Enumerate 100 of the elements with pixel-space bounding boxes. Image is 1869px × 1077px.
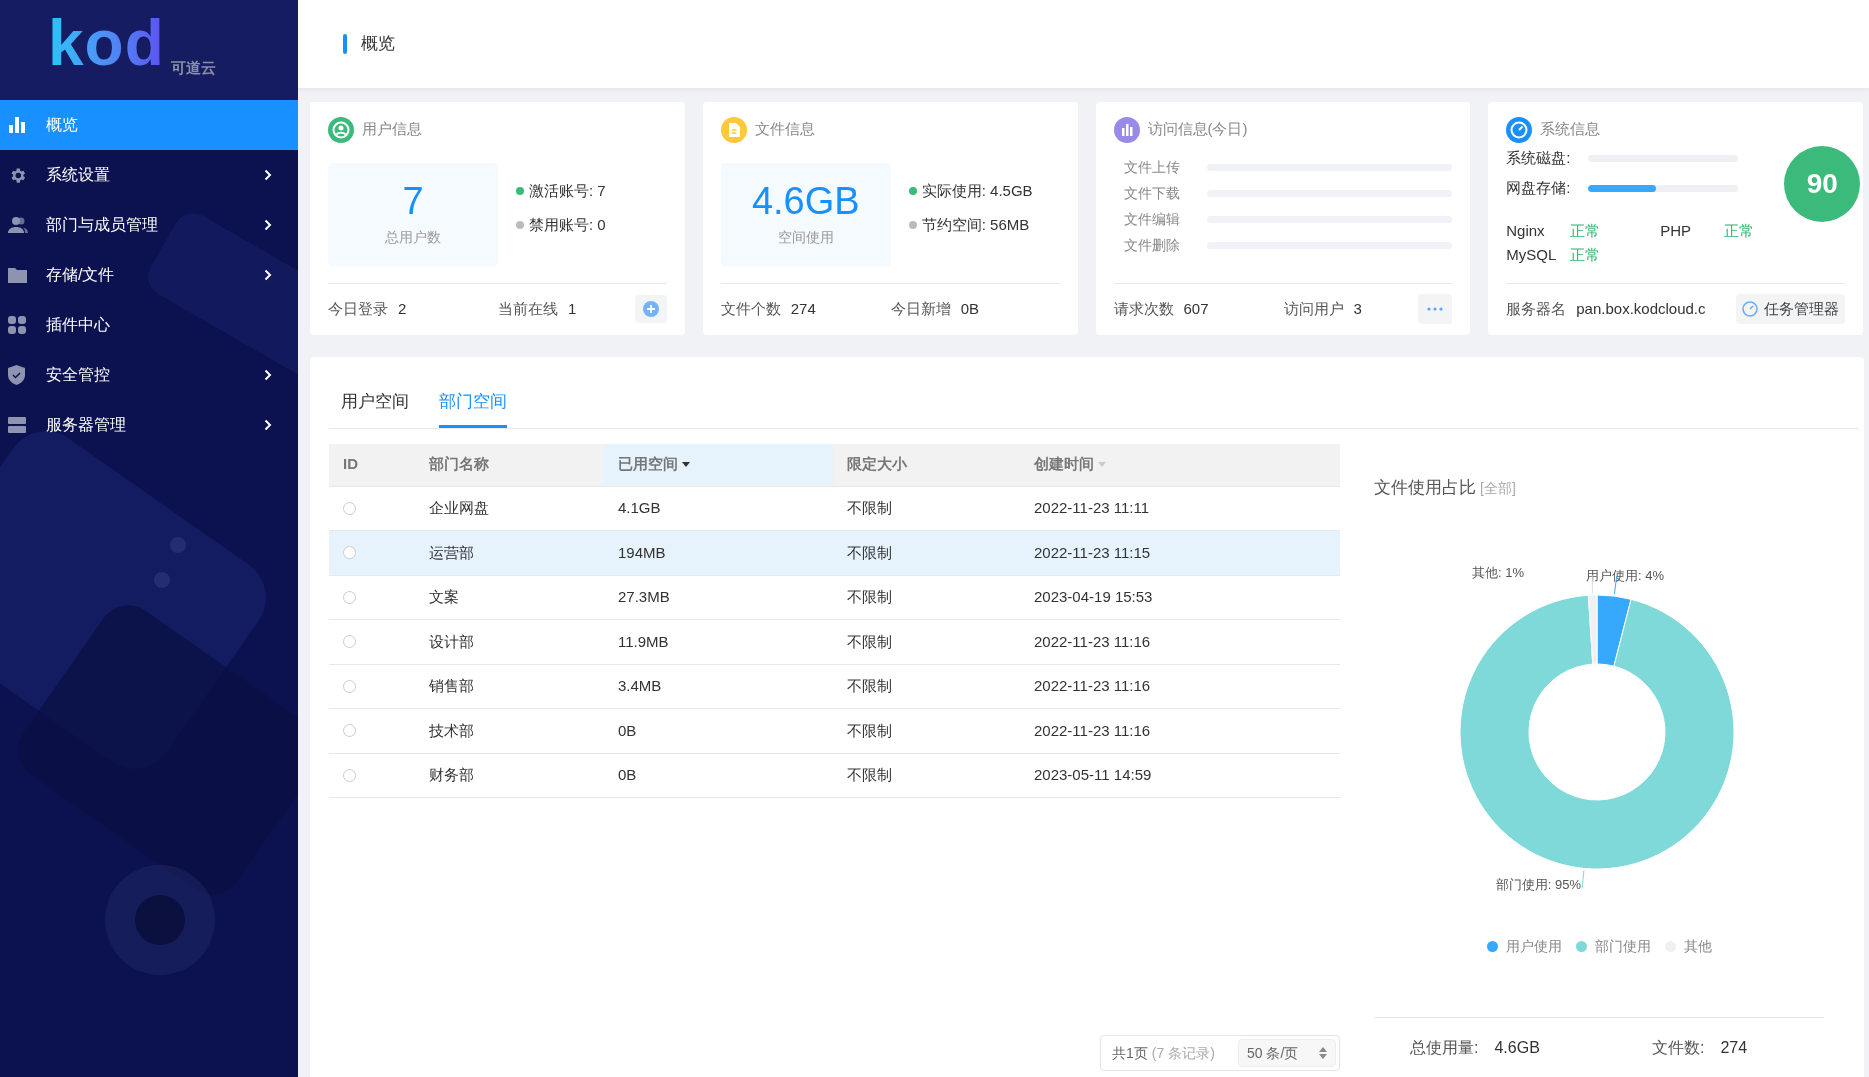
footer-label: 当前在线 <box>498 298 558 319</box>
service-status: 正常 <box>1724 220 1756 241</box>
table-cell-text: 11.9MB <box>617 631 670 652</box>
row-radio[interactable] <box>343 724 356 738</box>
footer-label: 今日登录 <box>328 298 388 319</box>
up-down-icon <box>1319 1047 1327 1059</box>
table-cell-text: 不限制 <box>846 542 893 563</box>
server-icon <box>8 417 26 433</box>
sidebar-item[interactable]: 系统设置 <box>0 150 298 200</box>
footer-value: 0B <box>960 298 980 319</box>
column-header: 部门名称 <box>428 454 490 475</box>
bar-label: 文件下载 <box>1123 184 1181 204</box>
table-cell-text: 27.3MB <box>617 587 671 607</box>
service-name: Nginx <box>1506 220 1546 241</box>
stat-text: 禁用账号: 0 <box>529 215 606 236</box>
footer-value: 274 <box>790 298 816 319</box>
service-status: 正常 <box>1570 220 1602 241</box>
record-count: (7 条记录) <box>1151 1043 1215 1063</box>
bar-chart-icon <box>8 116 26 134</box>
table-cell-text: 2022-11-23 11:11 <box>1033 498 1151 518</box>
service-name: PHP <box>1660 220 1693 241</box>
table-cell-text: 2022-11-23 11:16 <box>1033 720 1152 741</box>
service-name: MySQL <box>1506 245 1558 266</box>
server-name: pan.box.kodcloud.c <box>1576 298 1706 319</box>
total-value: 4.6GB <box>1494 1037 1540 1058</box>
table-cell-text: 194MB <box>617 542 667 563</box>
table-cell-text: 2023-04-19 15:53 <box>1033 587 1154 607</box>
table-cell-text: 不限制 <box>846 498 893 518</box>
sidebar-item[interactable]: 服务器管理 <box>0 400 298 450</box>
footer-value: 3 <box>1353 298 1362 319</box>
bar-chart-icon <box>1113 116 1140 143</box>
bar-label: 文件删除 <box>1123 236 1181 256</box>
table-cell-text: 财务部 <box>428 765 475 785</box>
service-status: 正常 <box>1570 245 1602 266</box>
bar-label: 系统磁盘: <box>1506 148 1572 169</box>
footer-value: 607 <box>1183 298 1209 319</box>
card-title: 系统信息 <box>1540 119 1601 140</box>
row-radio[interactable] <box>343 590 356 604</box>
total-label: 文件数: <box>1652 1037 1705 1058</box>
sidebar-item[interactable]: 安全管控 <box>0 350 298 400</box>
sort-caret-icon <box>1098 462 1106 467</box>
table-cell-text: 2022-11-23 11:15 <box>1033 542 1152 563</box>
more-icon <box>1427 307 1444 312</box>
column-header[interactable]: 创建时间 <box>1020 443 1340 486</box>
table-cell-text: 不限制 <box>846 720 893 741</box>
table-cell-text: 不限制 <box>846 765 893 785</box>
table-cell-text: 文案 <box>428 587 460 607</box>
table-cell-text: 0B <box>617 720 638 741</box>
page-size-select[interactable]: 50 条/页 <box>1238 1039 1336 1067</box>
sidebar-item[interactable]: 插件中心 <box>0 300 298 350</box>
row-radio[interactable] <box>343 679 356 693</box>
card-title: 文件信息 <box>754 119 815 140</box>
table-cell-text: 企业网盘 <box>428 498 490 518</box>
footer-label: 文件个数 <box>720 298 781 319</box>
stat-text: 实际使用: 4.5GB <box>921 180 1033 201</box>
footer-label: 今日新增 <box>890 298 951 319</box>
row-radio[interactable] <box>343 768 356 782</box>
document-icon <box>720 116 747 143</box>
data-label: 部门使用: 95% <box>1495 877 1581 892</box>
table-cell-text: 不限制 <box>846 587 893 607</box>
plus-icon <box>642 301 659 318</box>
users-icon <box>8 216 28 234</box>
score-badge: 90 <box>1784 145 1861 222</box>
bar-label: 文件上传 <box>1123 158 1181 178</box>
stat-text: 节约空间: 56MB <box>921 215 1030 236</box>
column-header: ID <box>342 454 359 475</box>
sidebar-item[interactable]: 存储/文件 <box>0 250 298 300</box>
column-header[interactable]: 已用空间 <box>604 443 833 486</box>
shield-icon <box>8 365 25 385</box>
column-header: 限定大小 <box>846 454 908 475</box>
more-button[interactable] <box>1418 294 1453 325</box>
table-cell-text: 4.1GB <box>617 498 662 518</box>
row-radio[interactable] <box>343 546 356 560</box>
tab[interactable]: 用户空间 <box>341 389 409 428</box>
task-manager-button[interactable]: 任务管理器 <box>1736 294 1845 325</box>
total-value: 274 <box>1720 1037 1748 1058</box>
row-radio[interactable] <box>343 501 356 515</box>
table-cell-text: 运营部 <box>428 542 475 563</box>
table-cell-text: 不限制 <box>846 676 893 696</box>
footer-label: 访问用户 <box>1283 298 1344 319</box>
table-cell-text: 2023-05-11 14:59 <box>1033 765 1153 785</box>
data-label: 用户使用: 4% <box>1586 568 1664 583</box>
stat-text: 激活账号: 7 <box>529 180 606 201</box>
sidebar-item[interactable]: 部门与成员管理 <box>0 200 298 250</box>
table-row[interactable]: 运营部 194MB 不限制 2022-11-23 11:15 <box>329 531 1340 576</box>
total-label: 总使用量: <box>1410 1037 1479 1058</box>
gauge-icon <box>1506 116 1533 143</box>
table-cell-text: 不限制 <box>846 631 893 652</box>
folder-icon <box>8 267 27 283</box>
add-button[interactable] <box>634 295 667 324</box>
user-icon <box>328 116 354 143</box>
card-title: 访问信息(今日) <box>1147 119 1248 140</box>
sort-caret-icon <box>682 462 690 467</box>
leader-line <box>1581 869 1585 889</box>
page-title: 概览 <box>361 33 395 56</box>
stat-value: 4.6GB <box>751 180 860 221</box>
card-title: 用户信息 <box>362 119 422 140</box>
grid-icon <box>8 316 26 334</box>
gauge-icon <box>1742 301 1758 318</box>
row-radio[interactable] <box>343 635 356 649</box>
